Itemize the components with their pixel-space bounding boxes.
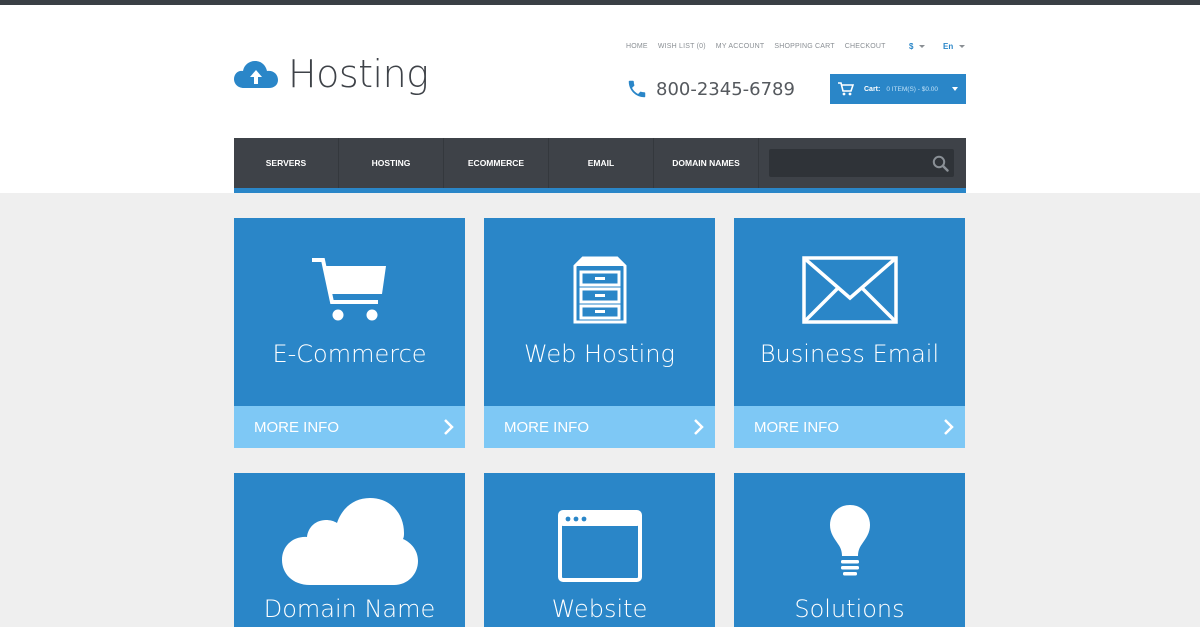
cart-label: Cart: bbox=[864, 85, 881, 93]
phone-contact: 800-2345-6789 bbox=[626, 78, 795, 100]
cloud-upload-icon bbox=[234, 61, 278, 88]
more-info-link[interactable]: MORE INFO bbox=[484, 406, 715, 448]
top-link-home[interactable]: HOME bbox=[626, 43, 648, 50]
top-link-checkout[interactable]: CHECKOUT bbox=[845, 43, 886, 50]
cart-button[interactable]: Cart: 0 ITEM(S) - $0.00 bbox=[830, 74, 966, 104]
phone-number: 800-2345-6789 bbox=[656, 78, 795, 100]
header: Hosting HOME WISH LIST (0) MY ACCOUNT SH… bbox=[0, 5, 1200, 193]
tile-title: Solutions bbox=[794, 595, 905, 623]
cart-icon bbox=[838, 82, 854, 96]
tile-web-hosting[interactable]: Web Hosting MORE INFO bbox=[484, 218, 715, 448]
more-info-label: MORE INFO bbox=[254, 418, 339, 436]
nav-item-hosting[interactable]: HOSTING bbox=[339, 138, 444, 188]
chevron-down-icon bbox=[959, 45, 966, 48]
tile-ecommerce[interactable]: E-Commerce MORE INFO bbox=[234, 218, 465, 448]
tile-solutions[interactable]: Solutions bbox=[734, 473, 965, 627]
main-nav: SERVERS HOSTING ECOMMERCE EMAIL DOMAIN N… bbox=[234, 138, 966, 193]
top-link-account[interactable]: MY ACCOUNT bbox=[716, 43, 765, 50]
tile-title: Web Hosting bbox=[524, 340, 675, 368]
nav-item-domain-names[interactable]: DOMAIN NAMES bbox=[654, 138, 759, 188]
search-box bbox=[769, 149, 954, 177]
nav-item-ecommerce[interactable]: ECOMMERCE bbox=[444, 138, 549, 188]
tile-title: Website bbox=[551, 595, 648, 623]
language-selector[interactable]: En bbox=[943, 42, 966, 51]
nav-item-servers[interactable]: SERVERS bbox=[234, 138, 339, 188]
tile-title: Domain Name bbox=[263, 595, 436, 623]
top-link-shopping-cart[interactable]: SHOPPING CART bbox=[774, 43, 834, 50]
tile-business-email[interactable]: Business Email MORE INFO bbox=[734, 218, 965, 448]
tile-title: E-Commerce bbox=[272, 340, 427, 368]
browser-window-icon bbox=[557, 510, 642, 582]
more-info-link[interactable]: MORE INFO bbox=[734, 406, 965, 448]
nav-item-email[interactable]: EMAIL bbox=[549, 138, 654, 188]
brand-name: Hosting bbox=[288, 52, 429, 96]
language-value: En bbox=[943, 42, 954, 51]
shopping-cart-icon bbox=[311, 258, 386, 321]
phone-icon bbox=[628, 80, 646, 98]
lightbulb-icon bbox=[829, 505, 870, 576]
top-links: HOME WISH LIST (0) MY ACCOUNT SHOPPING C… bbox=[626, 43, 886, 50]
server-cabinet-icon bbox=[573, 256, 626, 324]
currency-value: $ bbox=[909, 42, 914, 51]
more-info-label: MORE INFO bbox=[754, 418, 839, 436]
search-icon[interactable] bbox=[932, 155, 949, 172]
tile-website[interactable]: Website bbox=[484, 473, 715, 627]
envelope-icon bbox=[801, 256, 898, 324]
chevron-right-icon bbox=[944, 419, 954, 435]
chevron-down-icon bbox=[919, 45, 926, 48]
cloud-icon bbox=[281, 498, 418, 585]
chevron-down-icon bbox=[952, 87, 958, 91]
chevron-right-icon bbox=[444, 419, 454, 435]
top-link-wishlist[interactable]: WISH LIST (0) bbox=[658, 43, 706, 50]
cart-summary: 0 ITEM(S) - $0.00 bbox=[886, 85, 938, 93]
tile-title: Business Email bbox=[759, 340, 940, 368]
currency-selector[interactable]: $ bbox=[909, 42, 926, 51]
chevron-right-icon bbox=[694, 419, 704, 435]
search-input[interactable] bbox=[769, 149, 927, 177]
more-info-label: MORE INFO bbox=[504, 418, 589, 436]
tile-domain-name[interactable]: Domain Name bbox=[234, 473, 465, 627]
logo[interactable]: Hosting bbox=[234, 49, 429, 99]
more-info-link[interactable]: MORE INFO bbox=[234, 406, 465, 448]
